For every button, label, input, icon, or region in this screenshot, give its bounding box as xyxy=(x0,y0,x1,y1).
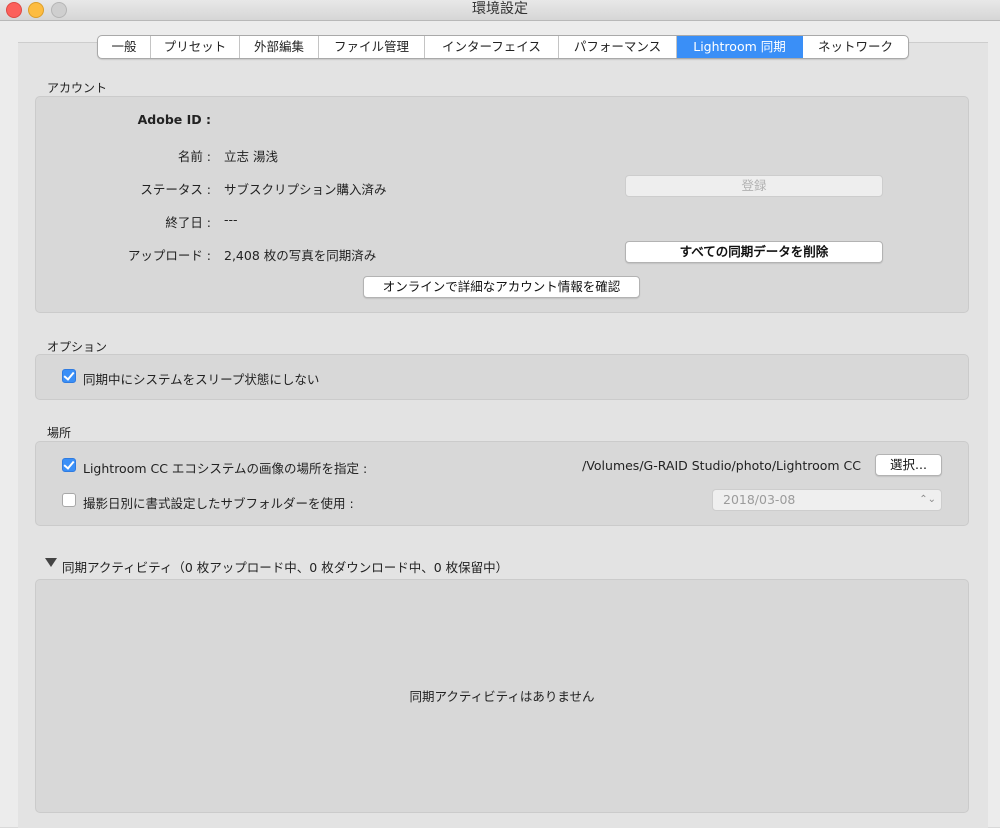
sync-activity-header: 同期アクティビティ（0 枚アップロード中、0 枚ダウンロード中、0 枚保留中） xyxy=(62,560,509,575)
subfolder-label[interactable]: 撮影日別に書式設定したサブフォルダーを使用 : xyxy=(83,493,354,512)
tab-presets[interactable]: プリセット xyxy=(151,36,240,58)
adobe-id-label: Adobe ID : xyxy=(137,112,211,127)
title-bar: 環境設定 xyxy=(0,0,1000,21)
tab-external-editing[interactable]: 外部編集 xyxy=(240,36,319,58)
subfolder-checkbox[interactable] xyxy=(62,493,76,507)
select-arrows-icon: ⌃⌄ xyxy=(919,494,936,505)
upload-value: 2,408 枚の写真を同期済み xyxy=(224,248,377,263)
date-format-select[interactable]: 2018/03-08 ⌃⌄ xyxy=(712,489,942,511)
specify-location-label[interactable]: Lightroom CC エコシステムの画像の場所を指定 : xyxy=(83,458,367,477)
checkmark-icon xyxy=(63,369,75,381)
choose-location-button[interactable]: 選択... xyxy=(875,454,942,476)
name-label: 名前 : xyxy=(177,149,211,164)
preferences-tab-bar: 一般 プリセット 外部編集 ファイル管理 インターフェイス パフォーマンス Li… xyxy=(97,35,909,59)
disclosure-triangle-icon[interactable] xyxy=(45,558,57,567)
status-value: サブスクリプション購入済み xyxy=(224,182,387,197)
sync-activity-empty-message: 同期アクティビティはありません xyxy=(409,689,595,704)
register-button[interactable]: 登録 xyxy=(625,175,883,197)
date-format-value: 2018/03-08 xyxy=(723,492,796,507)
account-section-title: アカウント xyxy=(47,81,108,95)
location-path: /Volumes/G-RAID Studio/photo/Lightroom C… xyxy=(582,458,861,473)
end-date-value: --- xyxy=(224,212,238,227)
view-account-online-button[interactable]: オンラインで詳細なアカウント情報を確認 xyxy=(363,276,640,298)
preferences-window: 環境設定 一般 プリセット 外部編集 ファイル管理 インターフェイス パフォーマ… xyxy=(0,0,1000,828)
tab-general[interactable]: 一般 xyxy=(98,36,151,58)
window-title: 環境設定 xyxy=(472,1,528,17)
no-sleep-checkbox[interactable] xyxy=(62,369,76,383)
name-value: 立志 湯浅 xyxy=(224,149,278,164)
location-section-title: 場所 xyxy=(47,426,72,440)
delete-all-sync-data-button[interactable]: すべての同期データを削除 xyxy=(625,241,883,263)
location-group xyxy=(35,441,969,526)
tab-lightroom-sync[interactable]: Lightroom 同期 xyxy=(677,36,803,58)
tab-performance[interactable]: パフォーマンス xyxy=(559,36,677,58)
specify-location-checkbox[interactable] xyxy=(62,458,76,472)
options-section-title: オプション xyxy=(47,340,108,354)
tab-interface[interactable]: インターフェイス xyxy=(425,36,559,58)
no-sleep-label[interactable]: 同期中にシステムをスリープ状態にしない xyxy=(83,369,319,388)
end-date-label: 終了日 : xyxy=(165,215,211,230)
checkmark-icon xyxy=(63,458,75,470)
tab-file-handling[interactable]: ファイル管理 xyxy=(319,36,425,58)
upload-label: アップロード : xyxy=(127,248,211,263)
tab-network[interactable]: ネットワーク xyxy=(803,36,908,58)
sync-activity-panel: 同期アクティビティはありません xyxy=(35,579,969,813)
status-label: ステータス : xyxy=(140,182,211,197)
